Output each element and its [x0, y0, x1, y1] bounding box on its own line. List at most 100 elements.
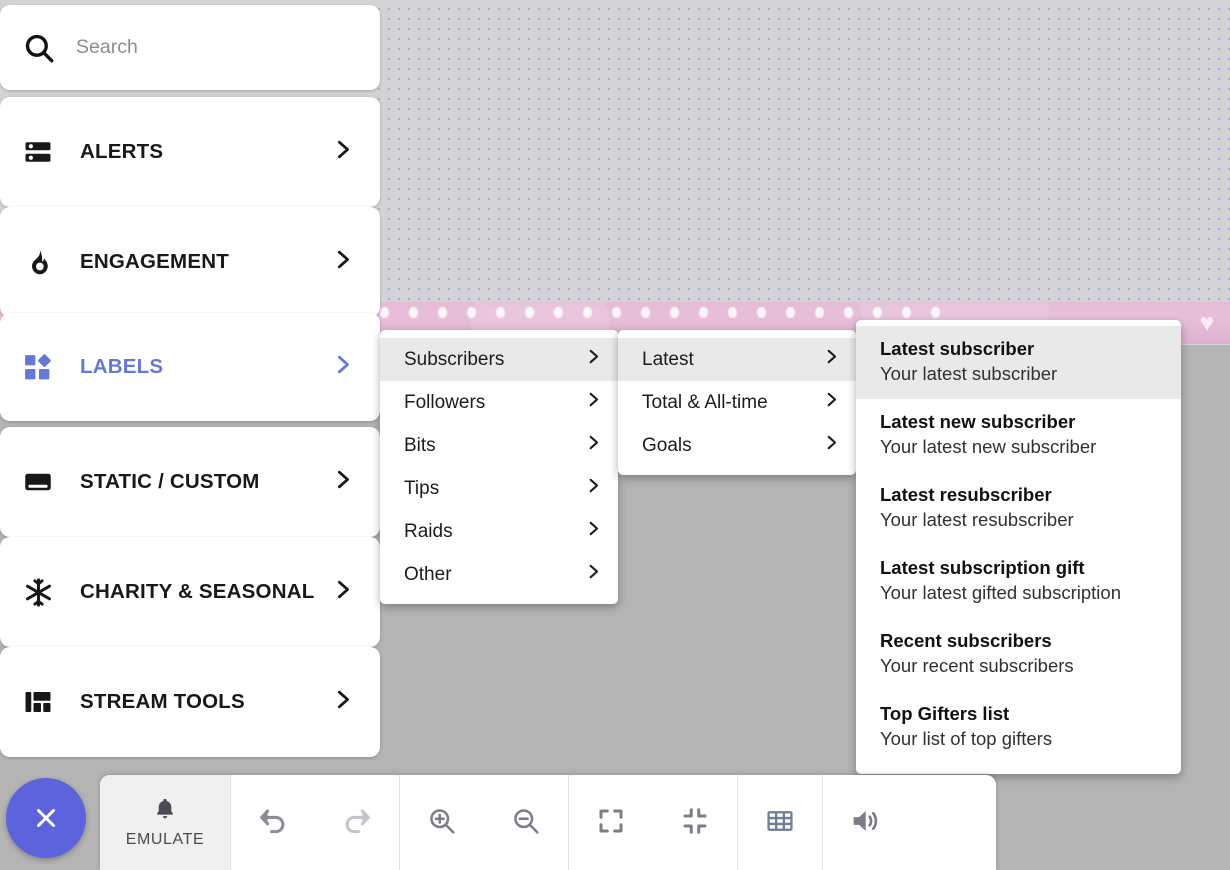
- search-input[interactable]: [76, 36, 336, 59]
- expand-button[interactable]: [569, 775, 653, 870]
- emulate-button[interactable]: EMULATE: [100, 775, 230, 870]
- sidebar-item-static-custom[interactable]: STATIC / CUSTOM: [0, 427, 380, 537]
- sidebar: ALERTS ENGAGEMENT LABELS: [0, 0, 384, 870]
- menu-item-label: Subscribers: [404, 348, 505, 370]
- menu-item-recent-subscribers[interactable]: Recent subscribers Your recent subscribe…: [856, 618, 1181, 691]
- flame-icon: [22, 246, 54, 278]
- chevron-right-icon: [585, 434, 602, 457]
- zoom-in-button[interactable]: [400, 775, 484, 870]
- context-menu-level-2: Latest Total & All-time Goals: [618, 330, 856, 475]
- grid-icon: [764, 805, 796, 840]
- menu-item-latest-subscription-gift[interactable]: Latest subscription gift Your latest gif…: [856, 545, 1181, 618]
- sidebar-item-label: CHARITY & SEASONAL: [80, 580, 315, 603]
- toolbar-group-view: [569, 775, 738, 870]
- undo-button[interactable]: [231, 775, 315, 870]
- menu-item-latest-subscriber[interactable]: Latest subscriber Your latest subscriber: [856, 326, 1181, 399]
- collapse-icon: [680, 806, 710, 839]
- menu-item-title: Latest resubscriber: [880, 484, 1052, 505]
- close-panel-button[interactable]: [6, 778, 86, 858]
- layout-grid-icon: [22, 686, 54, 718]
- menu-item-label: Latest: [642, 348, 694, 370]
- chevron-right-icon: [332, 249, 354, 276]
- menu-item-latest-new-subscriber[interactable]: Latest new subscriber Your latest new su…: [856, 399, 1181, 472]
- menu-item-label: Raids: [404, 520, 453, 542]
- menu-item-label: Goals: [642, 434, 692, 456]
- chevron-right-icon: [823, 434, 840, 457]
- close-x-icon: [37, 809, 55, 827]
- toolbar-group-history: [231, 775, 400, 870]
- menu-item-top-gifters-list[interactable]: Top Gifters list Your list of top gifter…: [856, 691, 1181, 764]
- menu-item-followers[interactable]: Followers: [380, 381, 618, 424]
- zoom-in-icon: [426, 805, 458, 840]
- menu-item-title: Recent subscribers: [880, 630, 1052, 651]
- menu-item-label: Tips: [404, 477, 440, 499]
- menu-item-raids[interactable]: Raids: [380, 510, 618, 553]
- alerts-list-icon: [22, 136, 54, 168]
- menu-item-subtitle: Your recent subscribers: [880, 655, 1074, 676]
- chevron-right-icon: [585, 563, 602, 586]
- chevron-right-icon: [585, 348, 602, 371]
- chevron-right-icon: [332, 139, 354, 166]
- menu-item-latest[interactable]: Latest: [618, 338, 856, 381]
- expand-fullscreen-icon: [596, 806, 626, 839]
- menu-item-label: Followers: [404, 391, 486, 413]
- toolbar-group-grid: [738, 775, 823, 870]
- chevron-right-icon: [585, 391, 602, 414]
- menu-item-label: Total & All-time: [642, 391, 768, 413]
- bottom-toolbar: EMULATE: [100, 775, 996, 870]
- sidebar-item-label: STREAM TOOLS: [80, 690, 245, 713]
- grid-toggle-button[interactable]: [738, 775, 822, 870]
- emulate-label: EMULATE: [125, 831, 205, 848]
- menu-item-tips[interactable]: Tips: [380, 467, 618, 510]
- context-menu-level-1: Subscribers Followers Bits Tips Raids Ot…: [380, 330, 618, 604]
- search-icon: [22, 31, 56, 65]
- menu-item-goals[interactable]: Goals: [618, 424, 856, 467]
- menu-item-label: Bits: [404, 434, 436, 456]
- menu-item-subtitle: Your latest gifted subscription: [880, 582, 1121, 603]
- chevron-right-icon: [332, 689, 354, 716]
- sidebar-item-label: STATIC / CUSTOM: [80, 470, 260, 493]
- labels-shapes-icon: [22, 351, 54, 383]
- collapse-button[interactable]: [653, 775, 737, 870]
- toolbar-group-audio: [823, 775, 907, 870]
- toolbar-group-zoom: [400, 775, 569, 870]
- menu-item-title: Latest subscriber: [880, 338, 1035, 359]
- menu-item-subtitle: Your latest subscriber: [880, 363, 1058, 384]
- zoom-out-icon: [510, 805, 542, 840]
- context-menu-level-3: Latest subscriber Your latest subscriber…: [856, 320, 1181, 774]
- redo-arrow-icon: [340, 804, 374, 841]
- sidebar-item-label: ENGAGEMENT: [80, 250, 229, 273]
- sidebar-item-engagement[interactable]: ENGAGEMENT: [0, 207, 380, 317]
- bell-icon: [152, 796, 178, 825]
- menu-item-subscribers[interactable]: Subscribers: [380, 338, 618, 381]
- heart-icon: ♥: [1199, 309, 1215, 337]
- menu-item-subtitle: Your latest new subscriber: [880, 436, 1097, 457]
- search-box[interactable]: [0, 5, 380, 90]
- sidebar-item-stream-tools[interactable]: STREAM TOOLS: [0, 647, 380, 757]
- redo-button[interactable]: [315, 775, 399, 870]
- card-icon: [22, 466, 54, 498]
- sidebar-item-label: ALERTS: [80, 140, 164, 163]
- menu-item-latest-resubscriber[interactable]: Latest resubscriber Your latest resubscr…: [856, 472, 1181, 545]
- toolbar-group-emulate: EMULATE: [100, 775, 231, 870]
- menu-item-label: Other: [404, 563, 452, 585]
- chevron-right-icon: [332, 579, 354, 606]
- chevron-right-icon: [332, 469, 354, 496]
- sidebar-item-charity-seasonal[interactable]: CHARITY & SEASONAL: [0, 537, 380, 647]
- chevron-right-icon: [585, 477, 602, 500]
- sidebar-item-alerts[interactable]: ALERTS: [0, 97, 380, 207]
- menu-item-subtitle: Your list of top gifters: [880, 728, 1053, 749]
- menu-item-title: Latest new subscriber: [880, 411, 1076, 432]
- chevron-right-icon: [823, 348, 840, 371]
- menu-item-title: Latest subscription gift: [880, 557, 1085, 578]
- menu-item-total-all-time[interactable]: Total & All-time: [618, 381, 856, 424]
- zoom-out-button[interactable]: [484, 775, 568, 870]
- sidebar-item-labels[interactable]: LABELS: [0, 313, 380, 421]
- menu-item-title: Top Gifters list: [880, 703, 1010, 724]
- undo-arrow-icon: [256, 804, 290, 841]
- menu-item-bits[interactable]: Bits: [380, 424, 618, 467]
- speaker-volume-icon: [848, 804, 882, 841]
- chevron-right-icon: [585, 520, 602, 543]
- menu-item-other[interactable]: Other: [380, 553, 618, 596]
- volume-button[interactable]: [823, 775, 907, 870]
